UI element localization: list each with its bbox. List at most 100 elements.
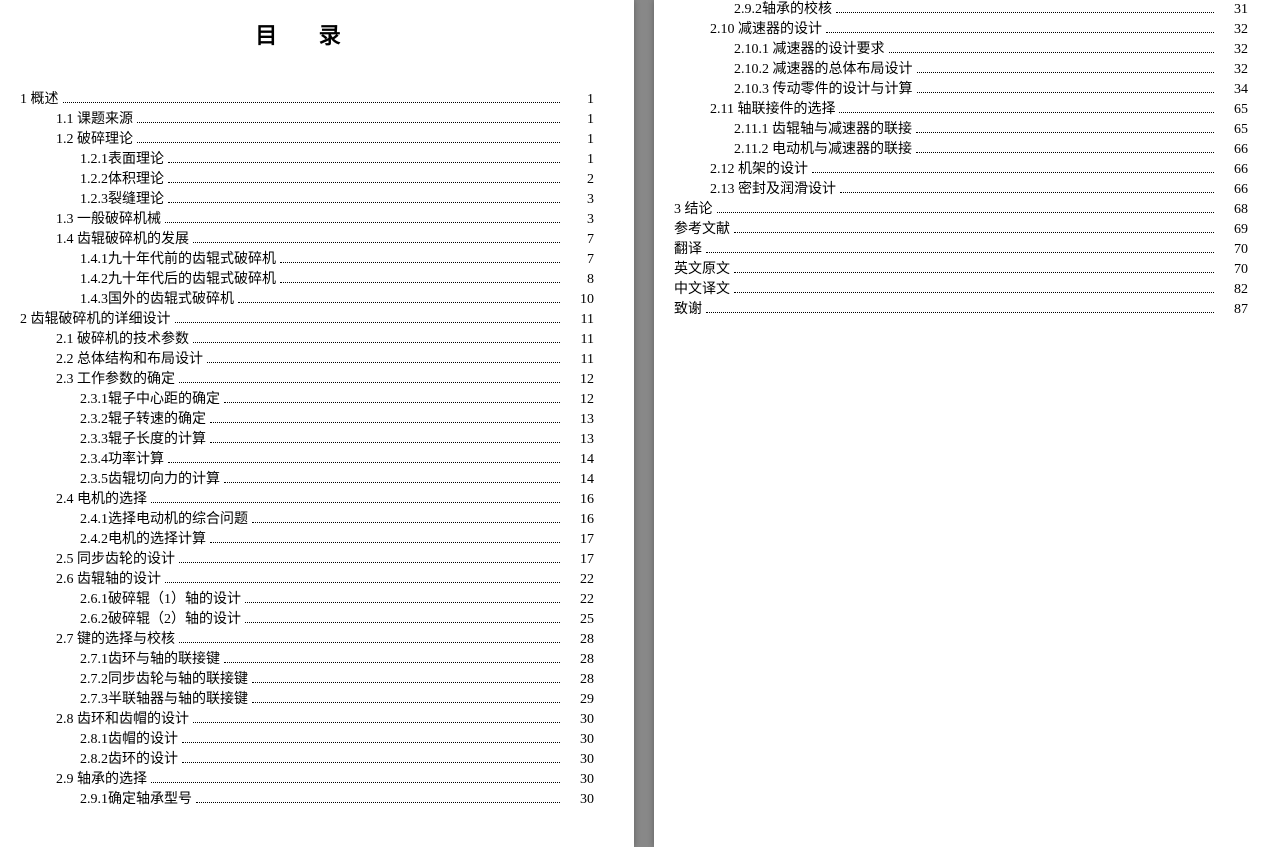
toc-leader [151, 782, 560, 783]
toc-leader [706, 312, 1214, 313]
toc-entry-label: 2.9 轴承的选择 [56, 770, 147, 790]
toc-leader [252, 522, 560, 523]
toc-entry-page: 29 [564, 690, 594, 710]
toc-entry: 1.2.2体积理论2 [20, 170, 594, 190]
toc-entry-label: 1.2.2体积理论 [80, 170, 164, 190]
toc-leader [734, 232, 1214, 233]
toc-leader [63, 102, 561, 103]
toc-entry-label: 1.4.2九十年代后的齿辊式破碎机 [80, 270, 276, 290]
toc-leader [193, 722, 560, 723]
toc-entry-page: 11 [564, 310, 594, 330]
toc-leader [165, 222, 560, 223]
toc-entry-label: 2 齿辊破碎机的详细设计 [20, 310, 171, 330]
toc-leader [224, 402, 560, 403]
toc-entry: 2.8.1齿帽的设计30 [20, 730, 594, 750]
toc-entry-page: 87 [1218, 300, 1248, 320]
toc-entry-page: 66 [1218, 180, 1248, 200]
toc-entry-label: 1.3 一般破碎机械 [56, 210, 161, 230]
toc-entry-page: 70 [1218, 260, 1248, 280]
toc-leader [193, 242, 560, 243]
toc-leader [137, 142, 560, 143]
toc-entry: 2.2 总体结构和布局设计11 [20, 350, 594, 370]
toc-entry-page: 17 [564, 530, 594, 550]
toc-leader [193, 342, 560, 343]
toc-entry-page: 1 [564, 110, 594, 130]
toc-leader [182, 742, 560, 743]
toc-entry-label: 2.8.1齿帽的设计 [80, 730, 178, 750]
toc-leader [151, 502, 560, 503]
toc-entry: 2.11.2 电动机与减速器的联接66 [674, 140, 1248, 160]
toc-list-right: 2.9.2轴承的校核312.10 减速器的设计322.10.1 减速器的设计要求… [674, 0, 1248, 320]
toc-entry: 2.10.2 减速器的总体布局设计32 [674, 60, 1248, 80]
toc-entry-page: 69 [1218, 220, 1248, 240]
toc-entry-label: 1.4.1九十年代前的齿辊式破碎机 [80, 250, 276, 270]
toc-entry-page: 30 [564, 790, 594, 810]
toc-leader [168, 162, 560, 163]
toc-entry: 1.4 齿辊破碎机的发展7 [20, 230, 594, 250]
toc-entry-page: 82 [1218, 280, 1248, 300]
toc-leader [179, 562, 560, 563]
toc-entry-page: 30 [564, 710, 594, 730]
toc-entry-label: 2.7.2同步齿轮与轴的联接键 [80, 670, 248, 690]
toc-leader [840, 192, 1214, 193]
toc-leader [207, 362, 560, 363]
toc-entry-page: 66 [1218, 140, 1248, 160]
toc-leader [210, 542, 560, 543]
toc-entry-page: 1 [564, 90, 594, 110]
toc-entry-page: 32 [1218, 60, 1248, 80]
toc-entry-page: 17 [564, 550, 594, 570]
toc-entry: 参考文献69 [674, 220, 1248, 240]
toc-entry: 1.3 一般破碎机械3 [20, 210, 594, 230]
toc-entry-label: 1.2.1表面理论 [80, 150, 164, 170]
toc-leader [238, 302, 560, 303]
toc-leader [252, 682, 560, 683]
toc-leader [917, 72, 1215, 73]
toc-entry-label: 2.7.1齿环与轴的联接键 [80, 650, 220, 670]
toc-leader [839, 112, 1214, 113]
toc-leader [224, 662, 560, 663]
toc-entry-page: 12 [564, 390, 594, 410]
toc-entry-page: 31 [1218, 0, 1248, 20]
toc-entry-label: 2.3.1辊子中心距的确定 [80, 390, 220, 410]
toc-entry-label: 2.2 总体结构和布局设计 [56, 350, 203, 370]
toc-leader [280, 262, 560, 263]
toc-entry-page: 28 [564, 670, 594, 690]
toc-entry-page: 32 [1218, 20, 1248, 40]
toc-entry-page: 8 [564, 270, 594, 290]
toc-entry-page: 25 [564, 610, 594, 630]
toc-entry-page: 14 [564, 470, 594, 490]
toc-entry: 1 概述1 [20, 90, 594, 110]
toc-entry-label: 2.3 工作参数的确定 [56, 370, 175, 390]
toc-entry: 2.6.1破碎辊（1）轴的设计22 [20, 590, 594, 610]
toc-entry-page: 28 [564, 650, 594, 670]
toc-entry-label: 2.3.4功率计算 [80, 450, 164, 470]
toc-entry-label: 1.2.3裂缝理论 [80, 190, 164, 210]
toc-entry: 2.7.2同步齿轮与轴的联接键 28 [20, 670, 594, 690]
toc-entry-label: 2.11.1 齿辊轴与减速器的联接 [734, 120, 912, 140]
toc-entry-label: 1.1 课题来源 [56, 110, 133, 130]
toc-entry-label: 2.6 齿辊轴的设计 [56, 570, 161, 590]
toc-entry-label: 2.6.2破碎辊（2）轴的设计 [80, 610, 241, 630]
toc-entry: 2.9 轴承的选择30 [20, 770, 594, 790]
toc-leader [165, 582, 560, 583]
toc-entry-page: 16 [564, 490, 594, 510]
toc-entry: 2.6.2破碎辊（2）轴的设计 25 [20, 610, 594, 630]
toc-entry-page: 12 [564, 370, 594, 390]
toc-leader [175, 322, 561, 323]
toc-entry-page: 22 [564, 590, 594, 610]
toc-entry-page: 13 [564, 410, 594, 430]
toc-entry-label: 翻译 [674, 240, 702, 260]
toc-entry-page: 28 [564, 630, 594, 650]
toc-entry-label: 2.4.2电机的选择计算 [80, 530, 206, 550]
toc-entry: 2.3.1辊子中心距的确定 12 [20, 390, 594, 410]
toc-entry: 1.4.2九十年代后的齿辊式破碎机 8 [20, 270, 594, 290]
toc-entry: 2.11.1 齿辊轴与减速器的联接 65 [674, 120, 1248, 140]
toc-entry-label: 2.3.2辊子转速的确定 [80, 410, 206, 430]
toc-entry-label: 2.9.2轴承的校核 [734, 0, 832, 20]
toc-entry-label: 中文译文 [674, 280, 730, 300]
toc-entry-page: 65 [1218, 120, 1248, 140]
toc-entry-page: 10 [564, 290, 594, 310]
toc-leader [889, 52, 1215, 53]
toc-entry-label: 1.4.3国外的齿辊式破碎机 [80, 290, 234, 310]
toc-entry: 英文原文70 [674, 260, 1248, 280]
